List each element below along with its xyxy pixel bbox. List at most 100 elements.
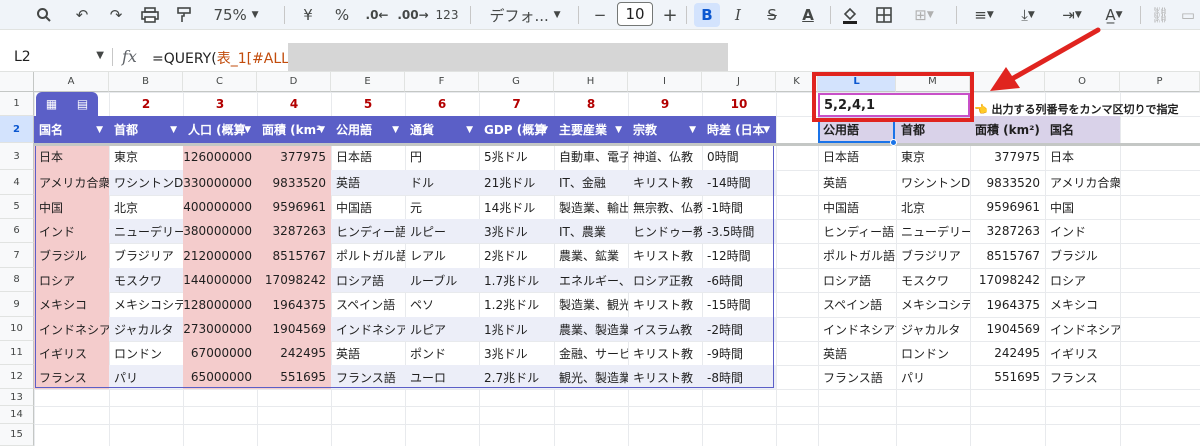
row-header-6[interactable]: 6 <box>0 219 34 243</box>
query-output-cell[interactable]: 8515767 <box>970 243 1045 268</box>
borders-icon[interactable] <box>872 3 896 27</box>
horizontal-align-icon[interactable]: ≡ ▼ <box>964 3 1004 27</box>
chevron-down-icon[interactable]: ▼ <box>689 125 696 135</box>
table-cell[interactable]: ヒンディー語 <box>331 219 405 243</box>
frozen-rows-divider[interactable] <box>34 143 1200 146</box>
row-header-8[interactable]: 8 <box>0 268 34 292</box>
table-cell[interactable]: IT、金融 <box>554 170 628 195</box>
table-cell[interactable]: キリスト教 <box>628 341 702 365</box>
chevron-down-icon[interactable]: ▼ <box>763 125 770 135</box>
table-cell[interactable]: 0時間 <box>702 143 776 170</box>
table-cell[interactable]: 67000000 <box>183 341 257 365</box>
table-cell[interactable]: 金融、サービス <box>554 341 628 365</box>
query-output-cell[interactable]: 日本語 <box>818 143 896 170</box>
table-cell[interactable]: キリスト教 <box>628 292 702 317</box>
chevron-down-icon[interactable]: ▼ <box>392 125 399 135</box>
table-cell[interactable]: ユーロ <box>405 365 479 389</box>
column-spec-cell[interactable]: 5,2,4,1 <box>818 93 970 117</box>
query-output-cell[interactable]: インドネシア語 <box>818 317 896 341</box>
query-output-cell[interactable]: 中国 <box>1045 195 1120 219</box>
table-cell[interactable]: -14時間 <box>702 170 776 195</box>
table-settings-icon[interactable]: ▤ <box>77 97 88 111</box>
row-header-3[interactable]: 3 <box>0 143 34 170</box>
chevron-down-icon[interactable]: ▼ <box>96 125 103 135</box>
table-cell[interactable]: ワシントンD.C. <box>109 170 183 195</box>
number-format-button[interactable]: 123 <box>432 3 462 27</box>
table-cell[interactable]: ニューデリー <box>109 219 183 243</box>
table-cell[interactable]: メキシコ <box>34 292 109 317</box>
table-cell[interactable]: 神道、仏教 <box>628 143 702 170</box>
query-output-cell[interactable]: 1964375 <box>970 292 1045 317</box>
redo-icon[interactable]: ↷ <box>104 3 128 27</box>
bold-button[interactable]: B <box>694 3 720 27</box>
percent-button[interactable]: % <box>330 3 354 27</box>
table-cell[interactable]: 円 <box>405 143 479 170</box>
table-cell[interactable]: 1904569 <box>257 317 331 341</box>
table-cell[interactable]: 中国 <box>34 195 109 219</box>
query-output-header[interactable]: 公用語 <box>818 116 896 143</box>
table-cell[interactable]: 中国語 <box>331 195 405 219</box>
column-header-h[interactable]: H <box>554 72 628 92</box>
table-cell[interactable]: ペソ <box>405 292 479 317</box>
table-cell[interactable]: 農業、鉱業 <box>554 243 628 268</box>
comment-icon[interactable]: ▭ <box>1178 3 1198 27</box>
query-output-cell[interactable]: ポルトガル語 <box>818 243 896 268</box>
query-output-cell[interactable]: 17098242 <box>970 268 1045 292</box>
table-cell[interactable]: 元 <box>405 195 479 219</box>
table-cell[interactable]: ブラジリア <box>109 243 183 268</box>
row-header-7[interactable]: 7 <box>0 243 34 268</box>
table-cell[interactable]: 1.7兆ドル <box>479 268 554 292</box>
table-cell[interactable]: -15時間 <box>702 292 776 317</box>
chevron-down-icon[interactable]: ▼ <box>541 125 548 135</box>
query-output-header[interactable]: 国名 <box>1045 116 1120 143</box>
table-cell[interactable]: 農業、製造業 <box>554 317 628 341</box>
table-cell[interactable]: 2兆ドル <box>479 243 554 268</box>
column-header-j[interactable]: J <box>702 72 776 92</box>
column-header-b[interactable]: B <box>109 72 183 92</box>
table-cell[interactable]: 自動車、電子機 <box>554 143 628 170</box>
row-header-13[interactable]: 13 <box>0 389 34 406</box>
table-cell[interactable]: スペイン語 <box>331 292 405 317</box>
column-header-c[interactable]: C <box>183 72 257 92</box>
vertical-align-icon[interactable]: ⤓ ▼ <box>1008 3 1048 27</box>
table-cell[interactable]: エネルギー、資 <box>554 268 628 292</box>
chevron-down-icon[interactable]: ▼ <box>170 125 177 135</box>
table-cell[interactable]: 観光、製造業 <box>554 365 628 389</box>
table-cell[interactable]: -9時間 <box>702 341 776 365</box>
table-cell[interactable]: 21兆ドル <box>479 170 554 195</box>
column-header-a[interactable]: A <box>34 72 109 92</box>
column-header-k[interactable]: K <box>776 72 818 92</box>
table-cell[interactable]: ブラジル <box>34 243 109 268</box>
search-icon[interactable] <box>32 3 56 27</box>
table-cell[interactable]: ヒンドゥー教 <box>628 219 702 243</box>
query-output-cell[interactable]: ジャカルタ <box>896 317 970 341</box>
formula-input[interactable]: =QUERY(表_1[#ALL], <box>152 48 299 68</box>
table-cell[interactable]: 242495 <box>257 341 331 365</box>
increase-decimal-button[interactable]: .00→ <box>396 3 430 27</box>
query-output-header[interactable]: 首都 <box>896 116 970 143</box>
query-output-cell[interactable]: 9596961 <box>970 195 1045 219</box>
row-header-4[interactable]: 4 <box>0 170 34 195</box>
table-cell[interactable]: 製造業、観光 <box>554 292 628 317</box>
fill-handle[interactable] <box>890 139 897 146</box>
table-cell[interactable]: モスクワ <box>109 268 183 292</box>
table-cell[interactable]: 北京 <box>109 195 183 219</box>
table-cell[interactable]: 212000000 <box>183 243 257 268</box>
query-output-cell[interactable]: 英語 <box>818 341 896 365</box>
table-cell[interactable]: イギリス <box>34 341 109 365</box>
table-cell[interactable]: インド <box>34 219 109 243</box>
table-cell[interactable]: -8時間 <box>702 365 776 389</box>
table-cell[interactable]: フランス <box>34 365 109 389</box>
table-cell[interactable]: キリスト教 <box>628 243 702 268</box>
table-cell[interactable]: 東京 <box>109 143 183 170</box>
table-cell[interactable]: ロンドン <box>109 341 183 365</box>
table-header-cell[interactable]: 国名 ▼ <box>34 116 109 143</box>
query-output-cell[interactable]: 北京 <box>896 195 970 219</box>
table-cell[interactable]: メキシコシティ <box>109 292 183 317</box>
query-output-cell[interactable]: フランス <box>1045 365 1120 389</box>
table-cell[interactable]: 3287263 <box>257 219 331 243</box>
query-output-cell[interactable]: 東京 <box>896 143 970 170</box>
text-rotation-icon[interactable]: A̲ ▼ <box>1094 3 1134 27</box>
chevron-down-icon[interactable]: ▼ <box>615 125 622 135</box>
table-cell[interactable]: 1400000000 <box>183 195 257 219</box>
